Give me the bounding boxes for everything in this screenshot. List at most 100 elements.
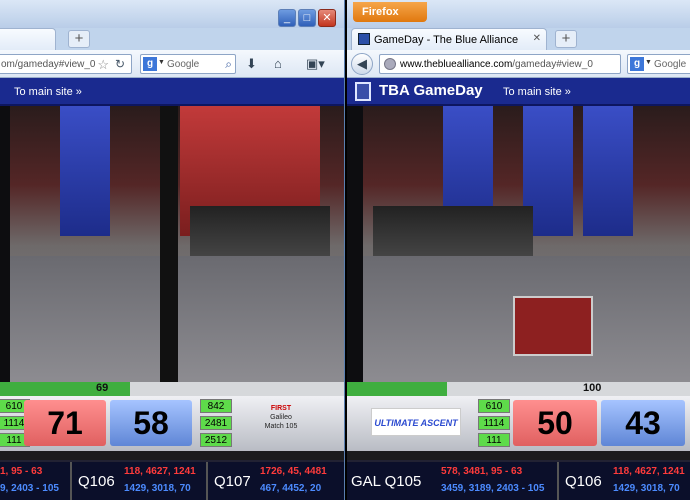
left-browser-window: _ □ ✕ + om/gameday#view_0 ☆ ↻ g ▼ Google… <box>0 0 345 500</box>
left-site-header: To main site » <box>0 78 344 106</box>
ticker-item: Q106 118, 4627, 1241 1429, 3018, 70 <box>74 462 208 500</box>
search-box[interactable]: g ▼ Google ⌕ <box>140 54 236 74</box>
match-timer: 69 <box>96 382 109 394</box>
left-navbar: om/gameday#view_0 ☆ ↻ g ▼ Google ⌕ ⬇ ⌂ ▣… <box>0 50 344 78</box>
red-alliance-result: 1726, 45, 4481 <box>260 466 327 477</box>
blue-alliance-result: 9, 2403 - 105 <box>0 483 59 494</box>
event-name: Galileo <box>270 414 292 421</box>
left-match-ticker: 1, 95 - 63 9, 2403 - 105 Q106 118, 4627,… <box>0 460 344 500</box>
right-scoreboard: ULTIMATE ASCENT 610 1114 111 50 43 <box>347 396 690 451</box>
site-favicon <box>358 33 370 45</box>
arena-banner <box>583 106 633 236</box>
right-video-stream[interactable]: 100 ULTIMATE ASCENT 610 1114 111 50 43 <box>347 106 690 466</box>
red-alliance-teams: 610 1114 111 <box>478 399 510 447</box>
gameday-tab[interactable]: GameDay - The Blue Alliance ✕ <box>351 28 547 50</box>
firefox-menu-button[interactable]: Firefox <box>353 2 427 22</box>
left-tab[interactable] <box>0 28 56 50</box>
team-number: 842 <box>200 399 232 413</box>
close-tab-icon[interactable]: ✕ <box>533 33 541 44</box>
team-number: 2481 <box>200 416 232 430</box>
right-match-ticker: GAL Q105 578, 3481, 95 - 63 3459, 3189, … <box>347 460 690 500</box>
team-number: 610 <box>478 399 510 413</box>
blue-score: 43 <box>601 400 685 446</box>
arena-image <box>0 106 344 386</box>
google-icon[interactable]: g <box>143 57 157 71</box>
globe-icon <box>384 58 396 70</box>
match-timer-bar: 100 <box>347 382 690 396</box>
url-bar[interactable]: om/gameday#view_0 ☆ ↻ <box>0 54 132 74</box>
main-site-link[interactable]: To main site » <box>14 86 82 98</box>
blue-alliance-teams: 842 2481 2512 <box>200 399 232 447</box>
match-number: Match 105 <box>264 423 298 430</box>
ticker-item: Q107 1726, 45, 4481 467, 4452, 20 <box>210 462 344 500</box>
red-score: 71 <box>24 400 106 446</box>
red-alliance-result: 578, 3481, 95 - 63 <box>441 466 523 477</box>
blue-alliance-result: 1429, 3018, 70 <box>613 483 680 494</box>
right-titlebar: Firefox <box>347 0 690 28</box>
search-placeholder: Google <box>654 59 687 70</box>
match-id: Q106 <box>78 473 115 490</box>
search-icon[interactable]: ⌕ <box>225 57 232 72</box>
blue-alliance-result: 1429, 3018, 70 <box>124 483 191 494</box>
red-alliance-result: 118, 4627, 1241 <box>613 466 685 477</box>
chevron-down-icon: ▼ <box>158 59 165 66</box>
crowd <box>373 206 533 256</box>
url-bar[interactable]: www.thebluealliance.com/gameday#view_0 <box>379 54 621 74</box>
google-icon[interactable]: g <box>630 57 644 71</box>
match-id: Q107 <box>214 473 251 490</box>
left-video-stream[interactable]: 69 610 1114 111 71 58 842 2481 2512 FIRS… <box>0 106 344 466</box>
download-icon[interactable]: ⬇ <box>246 56 257 72</box>
plus-icon: + <box>561 30 571 47</box>
robot <box>513 296 593 356</box>
match-id: Q106 <box>565 473 602 490</box>
team-number: 1114 <box>478 416 510 430</box>
blue-score: 58 <box>110 400 192 446</box>
new-tab-button[interactable]: + <box>555 30 577 48</box>
blue-alliance-result: 467, 4452, 20 <box>260 483 322 494</box>
main-site-link[interactable]: To main site » <box>503 86 571 98</box>
red-score: 50 <box>513 400 597 446</box>
site-title[interactable]: TBA GameDay <box>379 82 483 99</box>
minimize-button[interactable]: _ <box>278 9 296 27</box>
tab-title: GameDay - The Blue Alliance <box>374 34 519 46</box>
back-icon[interactable]: ◀ <box>351 53 373 75</box>
search-box[interactable]: g ▼ Google <box>627 54 690 74</box>
match-id: GAL Q105 <box>351 473 422 490</box>
team-number: 111 <box>478 433 510 447</box>
home-icon[interactable]: ⌂ <box>274 56 282 72</box>
match-timer: 100 <box>583 382 602 394</box>
right-tabbar: GameDay - The Blue Alliance ✕ + <box>347 28 690 50</box>
tba-logo-icon[interactable] <box>355 82 371 101</box>
search-placeholder: Google <box>167 59 200 70</box>
arena-banner <box>60 106 110 236</box>
plus-icon: + <box>74 30 84 47</box>
url-path: /gameday#view_0 <box>512 59 593 70</box>
ticker-item: Q106 118, 4627, 1241 1429, 3018, 70 <box>561 462 690 500</box>
bookmark-star-icon[interactable]: ☆ <box>97 57 109 73</box>
game-logo: ULTIMATE ASCENT <box>371 408 461 436</box>
right-site-header: TBA GameDay To main site » <box>347 78 690 106</box>
reload-icon[interactable]: ↻ <box>115 57 125 71</box>
crowd <box>190 206 330 256</box>
arena-image <box>347 106 690 386</box>
match-label: FIRST Galileo Match 105 <box>246 404 316 431</box>
bookmarks-menu-icon[interactable]: ▣▾ <box>306 56 325 72</box>
url-host: www.thebluealliance.com <box>400 59 513 70</box>
ticker-item: 1, 95 - 63 9, 2403 - 105 <box>0 462 72 500</box>
team-number: 2512 <box>200 433 232 447</box>
close-button[interactable]: ✕ <box>318 9 336 27</box>
first-logo-text: FIRST <box>270 405 292 412</box>
left-scoreboard: 610 1114 111 71 58 842 2481 2512 FIRST G… <box>0 396 344 451</box>
red-alliance-result: 1, 95 - 63 <box>0 466 43 477</box>
match-timer-bar: 69 <box>0 382 344 396</box>
field-post <box>160 106 178 386</box>
blue-alliance-result: 3459, 3189, 2403 - 105 <box>441 483 545 494</box>
left-titlebar: _ □ ✕ <box>0 0 344 28</box>
chevron-down-icon: ▼ <box>645 59 652 66</box>
right-browser-window: Firefox GameDay - The Blue Alliance ✕ + … <box>347 0 690 500</box>
timer-progress <box>0 382 130 396</box>
red-alliance-result: 118, 4627, 1241 <box>124 466 196 477</box>
new-tab-button[interactable]: + <box>68 30 90 48</box>
left-tabbar: + <box>0 28 344 50</box>
maximize-button[interactable]: □ <box>298 9 316 27</box>
